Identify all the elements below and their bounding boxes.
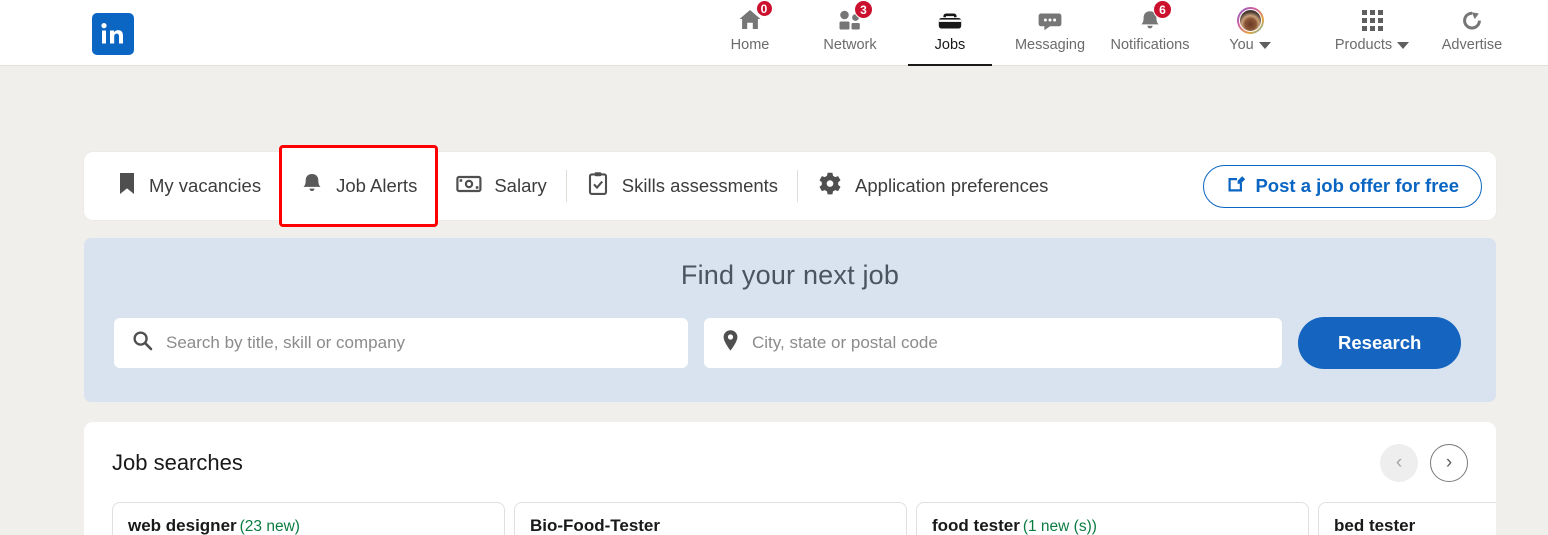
tab-salary[interactable]: Salary [437,152,565,220]
nav-label-you: You [1229,37,1270,53]
map-pin-icon [722,329,739,357]
home-badge: 0 [756,0,773,17]
grid-icon [1362,6,1383,34]
avatar-photo [1239,9,1262,32]
location-input[interactable]: City, state or postal code [704,318,1282,368]
you-text: You [1229,37,1253,53]
job-search-query: bed tester [1334,516,1415,535]
nav-item-products[interactable]: Products [1322,0,1422,66]
chevron-down-icon [1397,42,1409,49]
nav-item-messaging[interactable]: Messaging [1000,0,1100,66]
job-searches-card: Job searches ‹ › web designer(23 new) Fr… [84,422,1496,535]
clipboard-check-icon [586,171,610,202]
bell-icon: 6 [1137,6,1163,34]
avatar [1237,6,1264,34]
tab-my-vacancies[interactable]: My vacancies [98,152,280,220]
bell-icon [300,171,324,202]
carousel-next-button[interactable]: › [1430,444,1468,482]
advertise-icon [1459,6,1485,34]
nav-item-network[interactable]: 3 Network [800,0,900,66]
briefcase-icon [936,6,964,34]
job-searches-header: Job searches ‹ › [112,444,1468,482]
search-row: Search by title, skill or company City, … [114,317,1466,369]
job-search-query-line: web designer(23 new) [128,516,489,535]
location-input-placeholder: City, state or postal code [752,333,938,353]
job-search-query: web designer [128,516,237,535]
message-icon [1036,6,1064,34]
nav-label-advertise: Advertise [1442,37,1502,53]
tab-application-preferences[interactable]: Application preferences [798,152,1067,220]
job-search-new-count: (1 new (s)) [1023,518,1097,535]
jobs-tabbar: My vacancies Job Alerts [84,152,1496,220]
search-input-placeholder: Search by title, skill or company [166,333,405,353]
tab-label-application-preferences: Application preferences [855,175,1048,197]
post-job-label: Post a job offer for free [1255,175,1459,197]
tab-label-job-alerts: Job Alerts [336,175,417,197]
notifications-badge: 6 [1153,0,1172,19]
job-searches-title: Job searches [112,450,243,476]
carousel-controls: ‹ › [1380,444,1468,482]
nav-item-you[interactable]: You [1200,0,1300,66]
products-text: Products [1335,37,1392,53]
tab-label-skills-assessments: Skills assessments [622,175,778,197]
network-badge: 3 [854,0,873,19]
job-search-new-count: (23 new) [240,518,300,535]
nav-label-network: Network [823,37,876,53]
linkedin-logo[interactable] [92,13,134,55]
job-search-tile[interactable]: Bio-Food-Tester France [514,502,907,535]
nav-label-home: Home [731,37,770,53]
bookmark-icon [117,171,137,202]
top-navigation-bar: 0 Home 3 Network [0,0,1548,66]
job-search-query-line: bed tester [1334,516,1496,535]
nav-item-advertise[interactable]: Advertise [1422,0,1522,66]
search-icon [132,330,153,356]
gear-icon [817,171,843,202]
nav-label-jobs: Jobs [935,37,966,53]
tab-skills-assessments[interactable]: Skills assessments [567,152,797,220]
search-panel-title: Find your next job [114,260,1466,291]
search-input[interactable]: Search by title, skill or company [114,318,688,368]
tab-label-salary: Salary [494,175,546,197]
carousel-prev-button[interactable]: ‹ [1380,444,1418,482]
job-searches-list: web designer(23 new) France Bio-Food-Tes… [112,502,1468,535]
job-search-tile[interactable]: bed tester France [1318,502,1496,535]
post-job-button[interactable]: Post a job offer for free [1203,165,1482,208]
job-search-panel: Find your next job Search by title, skil… [84,238,1496,402]
job-search-query: Bio-Food-Tester [530,516,660,535]
network-icon: 3 [836,6,864,34]
compose-icon [1226,174,1246,199]
job-search-query: food tester [932,516,1020,535]
nav-label-products: Products [1335,37,1409,53]
job-search-tile[interactable]: food tester(1 new (s)) France [916,502,1309,535]
nav-label-notifications: Notifications [1111,37,1190,53]
chevron-down-icon [1259,42,1271,49]
nav-item-jobs[interactable]: Jobs [900,0,1000,66]
tab-label-my-vacancies: My vacancies [149,175,261,197]
primary-nav-group: 0 Home 3 Network [700,0,1522,66]
research-button[interactable]: Research [1298,317,1461,369]
job-search-tile[interactable]: web designer(23 new) France [112,502,505,535]
job-search-query-line: food tester(1 new (s)) [932,516,1293,535]
nav-label-messaging: Messaging [1015,37,1085,53]
tab-job-alerts[interactable]: Job Alerts [281,147,436,225]
avatar-ring [1237,7,1264,34]
nav-item-home[interactable]: 0 Home [700,0,800,66]
money-icon [456,173,482,200]
nav-item-notifications[interactable]: 6 Notifications [1100,0,1200,66]
home-icon: 0 [737,6,764,34]
job-search-query-line: Bio-Food-Tester [530,516,891,535]
